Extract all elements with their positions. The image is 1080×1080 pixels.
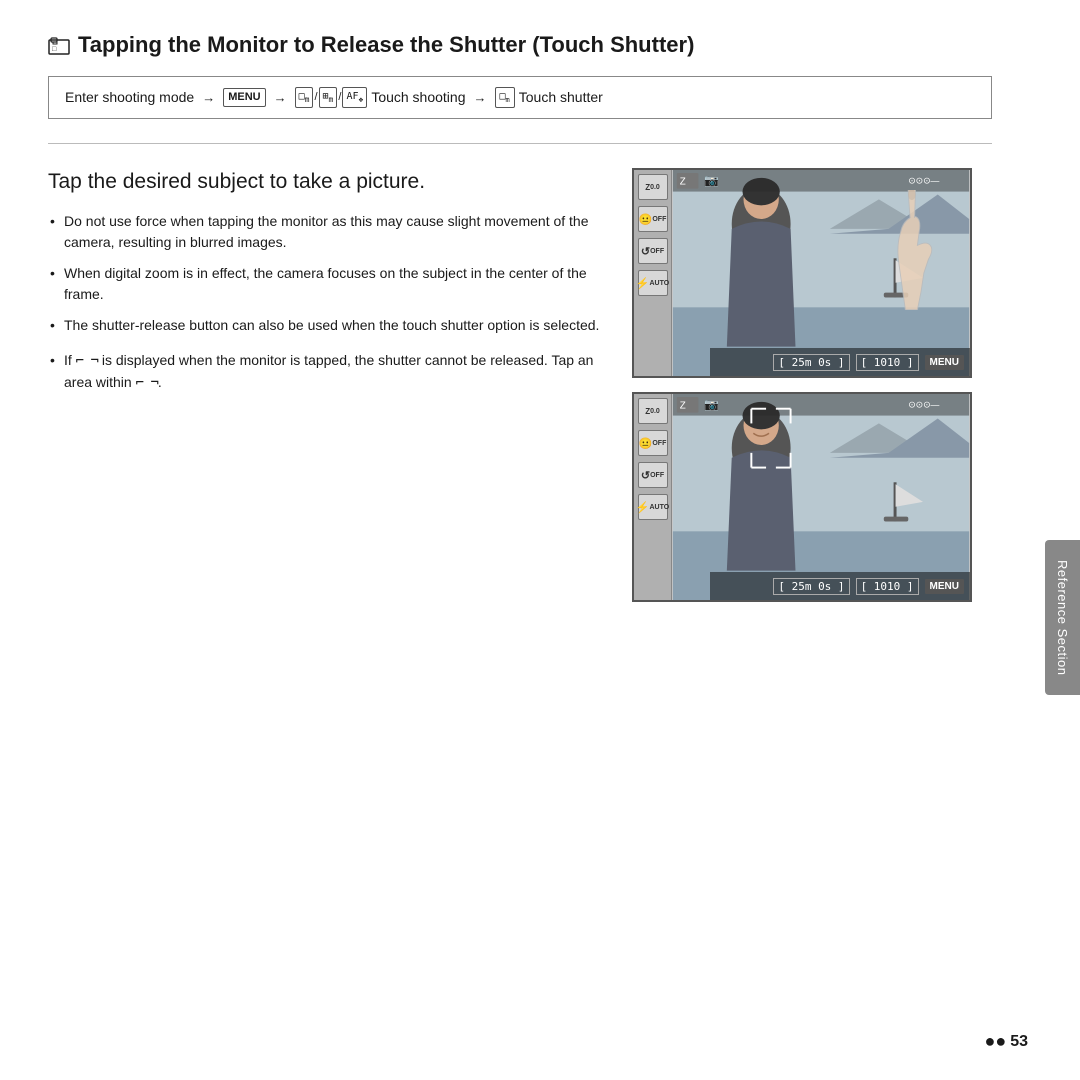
cam-timer-2: [ 25m 0s ] — [773, 578, 849, 595]
bullet-item-1: Do not use force when tapping the monito… — [48, 211, 608, 253]
nav-text-middle: Touch shooting — [371, 87, 465, 108]
page-content: □ Tapping the Monitor to Release the Shu… — [0, 0, 1040, 634]
nav-arrow2: → — [274, 88, 287, 108]
cam-icon-face: 😐OFF — [638, 206, 668, 232]
cam-icon-flash-2: ⚡AUTO — [638, 494, 668, 520]
cam-icon-timer-2: ↺OFF — [638, 462, 668, 488]
cam-icon-ev-2: Z0.0 — [638, 398, 668, 424]
cam-sidebar-1: Z0.0 😐OFF ↺OFF ⚡AUTO — [634, 170, 672, 376]
mode-icon-1: □m — [295, 87, 314, 108]
camera-page-icon: ●● — [984, 1031, 1006, 1052]
nav-touch-icon: □m — [495, 87, 515, 108]
svg-text:📷: 📷 — [704, 175, 719, 188]
cam-bottom-1: [ 25m 0s ] [ 1010 ] MENU — [710, 348, 970, 376]
main-area: Tap the desired subject to take a pictur… — [48, 168, 992, 602]
bullet-list: Do not use force when tapping the monito… — [48, 211, 608, 336]
mode-icon-2: ⊞m — [319, 87, 338, 108]
title-icon: □ — [48, 35, 70, 56]
images-col: Z0.0 😐OFF ↺OFF ⚡AUTO — [632, 168, 972, 602]
mode-icon-3: AF❖ — [342, 87, 367, 108]
cam-icon-ev: Z0.0 — [638, 174, 668, 200]
nav-box: Enter shooting mode → MENU → □m / ⊞m / A… — [48, 76, 992, 119]
bullet-item-2: When digital zoom is in effect, the came… — [48, 263, 608, 305]
section-heading: Tap the desired subject to take a pictur… — [48, 168, 608, 195]
cam-sidebar-2: Z0.0 😐OFF ↺OFF ⚡AUTO — [634, 394, 672, 600]
cam-bottom-2: [ 25m 0s ] [ 1010 ] MENU — [710, 572, 970, 600]
cam-icon-flash: ⚡AUTO — [638, 270, 668, 296]
cam-counter-1: [ 1010 ] — [856, 354, 919, 371]
bracket-icon-2: ⌐ ¬ — [136, 373, 158, 394]
nav-text-end: Touch shutter — [519, 87, 603, 108]
divider-top — [48, 143, 992, 144]
nav-arrow1: → — [202, 88, 215, 108]
nav-text-before: Enter shooting mode — [65, 87, 194, 108]
bullet-item-3: The shutter-release button can also be u… — [48, 315, 608, 336]
cam-scene-2: Z 📷 ⊙⊙⊙— [ 2 — [672, 394, 970, 600]
nav-arrow3: → — [474, 88, 487, 108]
svg-text:⊙⊙⊙—: ⊙⊙⊙— — [908, 176, 939, 186]
svg-text:Z: Z — [680, 177, 686, 188]
cam-counter-2: [ 1010 ] — [856, 578, 919, 595]
cam-icon-timer: ↺OFF — [638, 238, 668, 264]
svg-text:⊙⊙⊙—: ⊙⊙⊙— — [908, 400, 939, 410]
bracket-icon-1: ⌐ ¬ — [76, 351, 98, 372]
page-number: ●● 53 — [984, 1031, 1028, 1052]
cam-timer-1: [ 25m 0s ] — [773, 354, 849, 371]
page-title: □ Tapping the Monitor to Release the Shu… — [48, 32, 992, 58]
cam-menu-2: MENU — [925, 579, 964, 594]
reference-section-tab: Reference Section — [1045, 540, 1080, 695]
svg-text:📷: 📷 — [704, 399, 719, 412]
svg-text:Z: Z — [680, 401, 686, 412]
cam-menu-1: MENU — [925, 355, 964, 370]
extra-note: If ⌐ ¬ is displayed when the monitor is … — [48, 350, 608, 394]
camera-screen-1: Z0.0 😐OFF ↺OFF ⚡AUTO — [632, 168, 972, 378]
svg-text:□: □ — [52, 46, 57, 53]
camera-screen-2: Z0.0 😐OFF ↺OFF ⚡AUTO — [632, 392, 972, 602]
text-col: Tap the desired subject to take a pictur… — [48, 168, 608, 394]
cam-scene-1: Z 📷 ⊙⊙⊙— [ 25m 0s ] [ 1010 ] MENU — [672, 170, 970, 376]
cam-icon-face-2: 😐OFF — [638, 430, 668, 456]
nav-menu-icon: MENU — [223, 88, 265, 107]
finger-tap-overlay — [880, 190, 940, 310]
